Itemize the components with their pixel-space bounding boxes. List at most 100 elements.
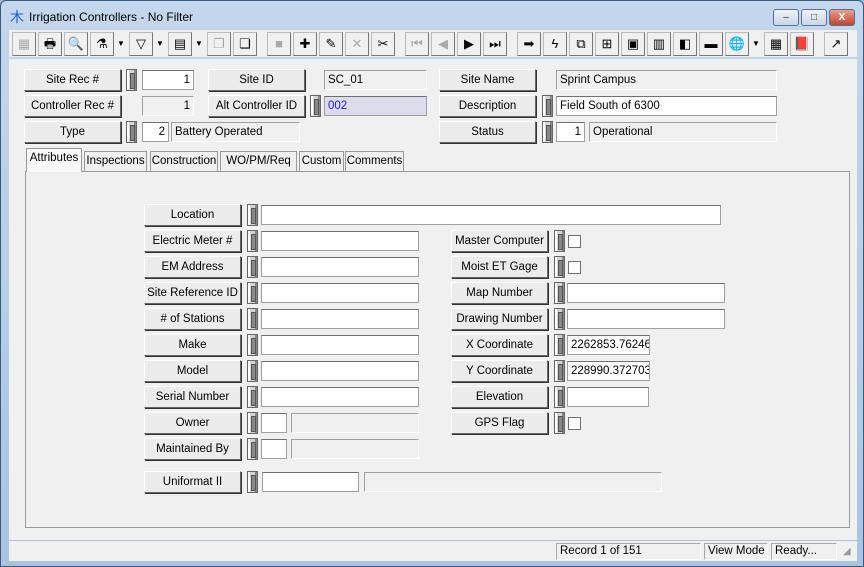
x-coordinate-indicator[interactable] xyxy=(554,334,565,356)
maintained-by-code-input[interactable] xyxy=(261,439,287,459)
type-button[interactable]: Type xyxy=(24,121,121,143)
alt-controller-id-button[interactable]: Alt Controller ID xyxy=(208,95,305,117)
next-record-button[interactable]: ▶ xyxy=(457,31,481,56)
site-id-button[interactable]: Site ID xyxy=(208,69,305,91)
x-coordinate-button[interactable]: X Coordinate xyxy=(451,334,548,356)
em-address-input[interactable] xyxy=(261,257,419,277)
book-button[interactable]: 📕 xyxy=(790,31,814,56)
master-computer-indicator[interactable] xyxy=(554,230,565,252)
tab-attributes[interactable]: Attributes xyxy=(26,148,82,172)
elevation-button[interactable]: Elevation xyxy=(451,386,548,408)
edit-button[interactable]: ✎ xyxy=(319,31,343,56)
location-input[interactable] xyxy=(261,205,721,225)
status-code-input[interactable]: 1 xyxy=(556,122,585,142)
owner-button[interactable]: Owner xyxy=(144,412,241,434)
gps-flag-indicator[interactable] xyxy=(554,412,565,434)
minimize-button[interactable]: – xyxy=(773,9,799,26)
print-button[interactable]: 🖶 xyxy=(38,31,62,56)
site-reference-id-button[interactable]: Site Reference ID xyxy=(144,282,241,304)
type-code-input[interactable]: 2 xyxy=(142,122,169,142)
toolbox-button[interactable]: ▬ xyxy=(699,31,723,56)
moist-et-gage-checkbox[interactable] xyxy=(568,261,581,274)
cut-button[interactable]: ✂ xyxy=(371,31,395,56)
uniformat-button[interactable]: Uniformat II xyxy=(144,471,241,493)
map-button[interactable]: ▣ xyxy=(621,31,645,56)
gps-flag-checkbox[interactable] xyxy=(568,417,581,430)
spreadsheet-button[interactable]: ▦ xyxy=(764,31,788,56)
elevation-input[interactable] xyxy=(567,387,649,407)
tab-custom[interactable]: Custom xyxy=(299,151,344,171)
site-rec-indicator[interactable] xyxy=(126,69,137,91)
first-record-button[interactable]: ⏮ xyxy=(405,31,429,56)
grid-button[interactable]: ▦ xyxy=(12,31,36,56)
master-computer-button[interactable]: Master Computer xyxy=(451,230,548,252)
description-input[interactable]: Field South of 6300 xyxy=(556,96,777,116)
master-computer-checkbox[interactable] xyxy=(568,235,581,248)
query-button[interactable]: ⚗ xyxy=(90,31,114,56)
owner-indicator[interactable] xyxy=(247,412,258,434)
moist-et-gage-indicator[interactable] xyxy=(554,256,565,278)
em-address-indicator[interactable] xyxy=(247,256,258,278)
em-address-button[interactable]: EM Address xyxy=(144,256,241,278)
model-indicator[interactable] xyxy=(247,360,258,382)
owner-code-input[interactable] xyxy=(261,413,287,433)
serial-number-indicator[interactable] xyxy=(247,386,258,408)
description-button[interactable]: Description xyxy=(439,95,536,117)
type-indicator[interactable] xyxy=(126,121,137,143)
model-input[interactable] xyxy=(261,361,419,381)
diagram-button[interactable]: ⧉ xyxy=(569,31,593,56)
copy-record-button[interactable]: ❐ xyxy=(207,31,231,56)
drawing-number-button[interactable]: Drawing Number xyxy=(451,308,548,330)
site-rec-input[interactable]: 1 xyxy=(142,70,194,90)
maintained-by-indicator[interactable] xyxy=(247,438,258,460)
print-preview-button[interactable]: 🔍 xyxy=(64,31,88,56)
layout-button[interactable]: ◧ xyxy=(673,31,697,56)
make-indicator[interactable] xyxy=(247,334,258,356)
map-number-button[interactable]: Map Number xyxy=(451,282,548,304)
y-coordinate-button[interactable]: Y Coordinate xyxy=(451,360,548,382)
site-reference-id-input[interactable] xyxy=(261,283,419,303)
elevation-indicator[interactable] xyxy=(554,386,565,408)
resize-grip-icon[interactable]: ◢ xyxy=(843,546,851,557)
uniformat-code-input[interactable] xyxy=(262,472,359,492)
site-rec-button[interactable]: Site Rec # xyxy=(24,69,121,91)
paste-record-button[interactable]: ❏ xyxy=(233,31,257,56)
drawing-number-input[interactable] xyxy=(567,309,725,329)
-of-stations-button[interactable]: # of Stations xyxy=(144,308,241,330)
drawing-number-indicator[interactable] xyxy=(554,308,565,330)
exit-button[interactable]: ↗ xyxy=(824,31,848,56)
make-input[interactable] xyxy=(261,335,419,355)
chevron-down-icon[interactable]: ▼ xyxy=(751,32,761,56)
goto-button[interactable]: ➡ xyxy=(517,31,541,56)
electric-meter-input[interactable] xyxy=(261,231,419,251)
lightning-button[interactable]: ϟ xyxy=(543,31,567,56)
status-indicator[interactable] xyxy=(542,121,553,143)
y-coordinate-input[interactable]: 228990.372703 xyxy=(567,361,650,381)
controller-rec-button[interactable]: Controller Rec # xyxy=(24,95,121,117)
location-button[interactable]: Location xyxy=(144,204,241,226)
map-number-input[interactable] xyxy=(567,283,725,303)
electric-meter-button[interactable]: Electric Meter # xyxy=(144,230,241,252)
serial-number-button[interactable]: Serial Number xyxy=(144,386,241,408)
tab-wo-pm-req[interactable]: WO/PM/Req xyxy=(220,151,297,171)
last-record-button[interactable]: ⏭ xyxy=(483,31,507,56)
tab-inspections[interactable]: Inspections xyxy=(84,151,147,171)
calculator-button[interactable]: ▥ xyxy=(647,31,671,56)
uniformat-indicator[interactable] xyxy=(247,471,258,493)
chevron-down-icon[interactable]: ▼ xyxy=(194,32,204,56)
make-button[interactable]: Make xyxy=(144,334,241,356)
site-reference-id-indicator[interactable] xyxy=(247,282,258,304)
new-record-button[interactable]: ✚ xyxy=(293,31,317,56)
moist-et-gage-button[interactable]: Moist ET Gage xyxy=(451,256,548,278)
chevron-down-icon[interactable]: ▼ xyxy=(155,32,165,56)
save-button[interactable]: ■ xyxy=(267,31,291,56)
maintained-by-button[interactable]: Maintained By xyxy=(144,438,241,460)
alt-controller-id-input[interactable]: 002 xyxy=(324,96,427,116)
globe-button[interactable]: 🌐 xyxy=(725,31,749,56)
report-button[interactable]: ▤ xyxy=(168,31,192,56)
y-coordinate-indicator[interactable] xyxy=(554,360,565,382)
model-button[interactable]: Model xyxy=(144,360,241,382)
location-indicator[interactable] xyxy=(247,204,258,226)
alt-controller-id-indicator[interactable] xyxy=(310,95,321,117)
-of-stations-indicator[interactable] xyxy=(247,308,258,330)
